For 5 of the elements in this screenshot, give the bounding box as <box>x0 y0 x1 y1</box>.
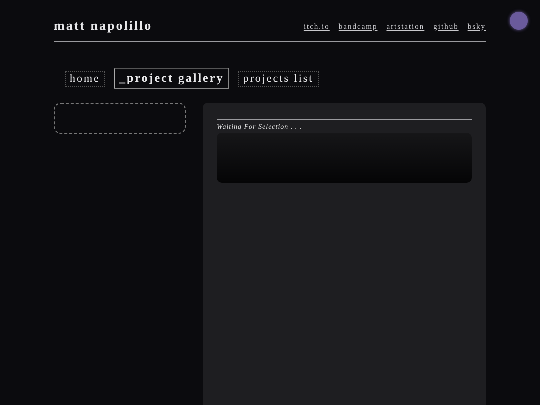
tab[interactable]: _project gallery <box>114 68 230 89</box>
tab[interactable]: projects list <box>238 70 319 86</box>
site-title: matt napolillo <box>54 18 153 34</box>
circle-button[interactable] <box>510 12 528 30</box>
tab[interactable]: home <box>65 70 106 86</box>
